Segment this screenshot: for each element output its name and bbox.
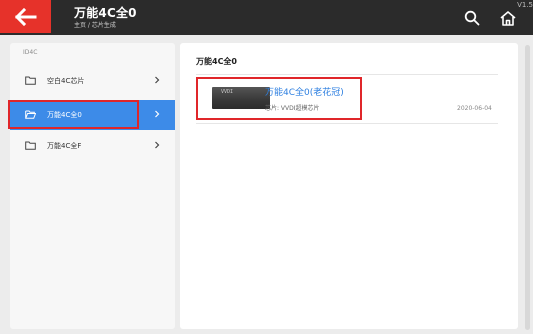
scrollbar[interactable] (525, 45, 530, 330)
category-sidebar: ID4C 空白4C芯片 万能4C全0 万能4C全F (10, 43, 175, 329)
app-header: 万能4C全0 主页 / 芯片生成 V1.5 (0, 0, 533, 35)
chevron-right-icon (155, 110, 160, 118)
breadcrumb: 主页 / 芯片生成 (74, 22, 116, 29)
product-name[interactable]: 万能4C全0(老花冠) (265, 85, 344, 98)
product-chip-type: 芯片: VVDI超模芯片 (265, 105, 320, 112)
back-button[interactable] (0, 0, 51, 33)
version-label: V1.5 (517, 1, 533, 9)
chip-image-text: VVDI (221, 89, 234, 95)
chevron-right-icon (155, 76, 160, 84)
sidebar-heading: ID4C (23, 49, 38, 56)
section-title: 万能4C全0 (196, 57, 238, 66)
chip-image: VVDI (212, 87, 270, 109)
home-button[interactable] (497, 7, 519, 29)
product-date: 2020-06-04 (457, 105, 492, 112)
folder-icon (25, 76, 36, 85)
folder-open-icon (25, 110, 36, 119)
folder-icon (25, 141, 36, 150)
sidebar-item-universal-4c-f[interactable]: 万能4C全F (10, 131, 175, 161)
search-button[interactable] (461, 7, 483, 29)
sidebar-item-universal-4c-0[interactable]: 万能4C全0 (10, 100, 175, 130)
sidebar-item-label: 空白4C芯片 (47, 77, 85, 85)
sidebar-item-blank-4c[interactable]: 空白4C芯片 (10, 66, 175, 96)
sidebar-item-label: 万能4C全F (47, 142, 82, 150)
arrow-left-icon (14, 7, 36, 26)
sidebar-item-label: 万能4C全0 (47, 111, 82, 119)
divider (196, 123, 498, 124)
chevron-right-icon (155, 141, 160, 149)
divider (196, 74, 498, 75)
product-panel: 万能4C全0 VVDI 万能4C全0(老花冠) 芯片: VVDI超模芯片 202… (180, 43, 518, 329)
page-title: 万能4C全0 (74, 6, 137, 20)
search-icon (464, 10, 480, 26)
home-icon (500, 10, 516, 26)
